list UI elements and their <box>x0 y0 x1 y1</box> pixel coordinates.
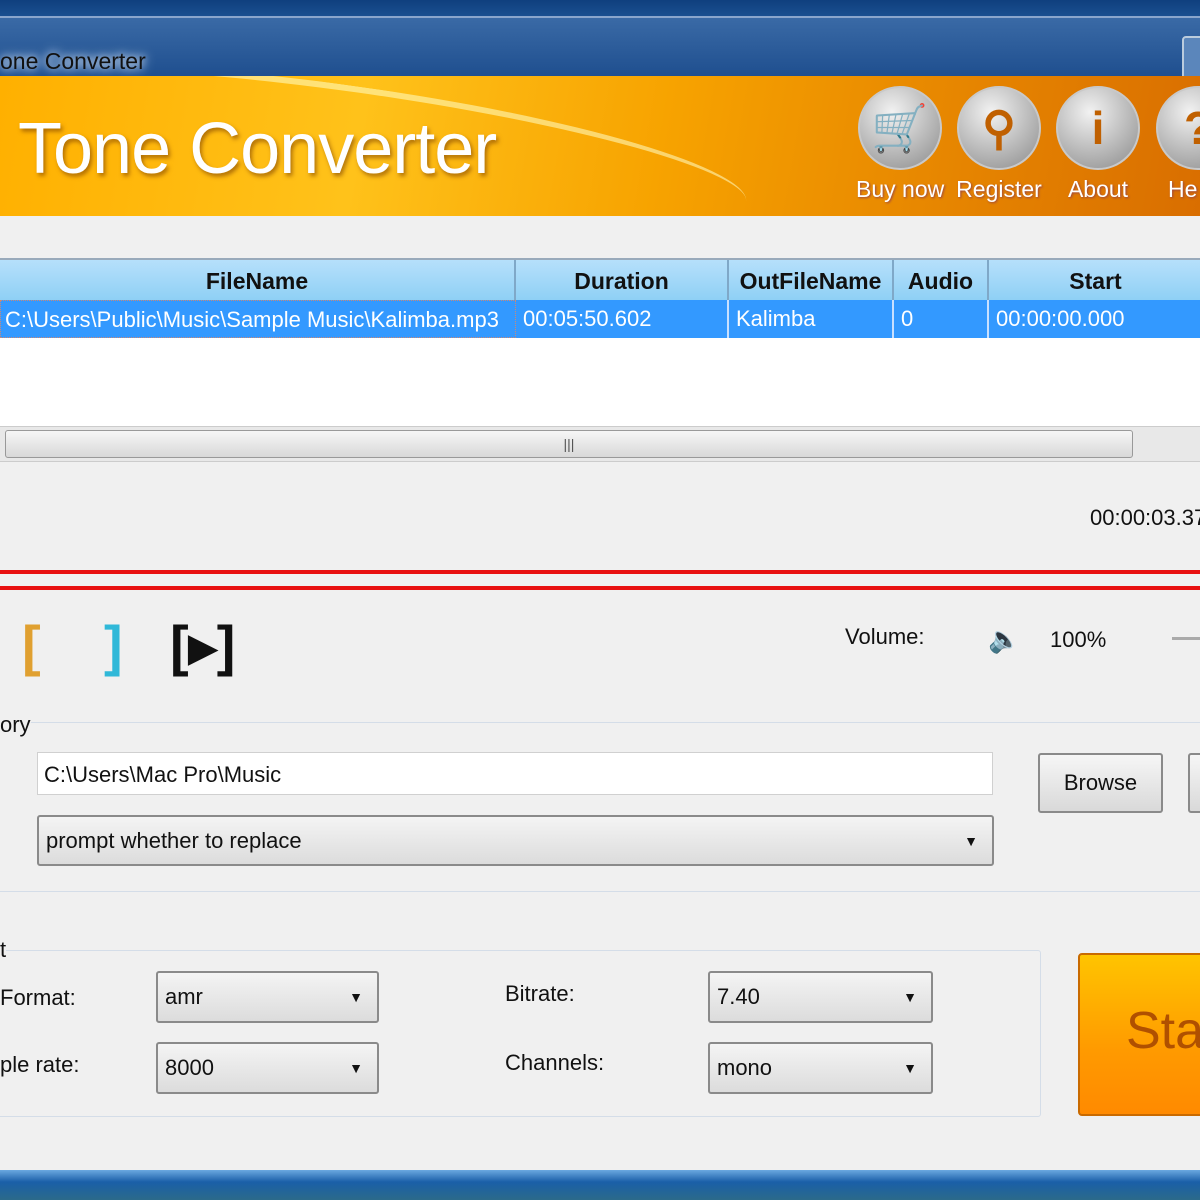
header-banner: Tone Converter 🛒 Buy now ⚲ Register i Ab… <box>0 76 1200 216</box>
cell-duration: 00:05:50.602 <box>516 300 729 338</box>
horizontal-scrollbar[interactable]: ||| <box>0 426 1200 462</box>
register-button[interactable]: ⚲ Register <box>955 86 1043 203</box>
sample-rate-value: 8000 <box>165 1055 214 1080</box>
browse-button[interactable]: Browse <box>1038 753 1163 813</box>
overwrite-select[interactable]: prompt whether to replace ▼ <box>37 815 994 866</box>
output-directory-group-label: ory <box>0 712 31 738</box>
help-label: He <box>1168 176 1198 202</box>
table-row[interactable]: C:\Users\Public\Music\Sample Music\Kalim… <box>0 300 1200 338</box>
column-header-audio[interactable]: Audio <box>894 260 989 302</box>
about-label: About <box>1067 176 1129 202</box>
help-icon: ? <box>1156 86 1200 170</box>
key-icon: ⚲ <box>957 86 1041 170</box>
play-selection-icon[interactable]: [▸] <box>170 618 235 674</box>
window-frame-top <box>0 0 1200 16</box>
chevron-down-icon: ▼ <box>903 989 917 1005</box>
output-directory-group <box>0 722 1200 892</box>
app-title: Tone Converter <box>18 109 497 189</box>
sample-rate-select[interactable]: 8000 ▼ <box>156 1042 379 1094</box>
channels-label: Channels: <box>505 1050 605 1075</box>
cell-outfilename: Kalimba <box>729 300 894 338</box>
bitrate-label: Bitrate: <box>505 981 575 1006</box>
channels-value: mono <box>717 1055 773 1080</box>
column-header-filename[interactable]: FileName <box>0 260 516 302</box>
chevron-down-icon: ▼ <box>349 1060 363 1076</box>
start-button[interactable]: Sta <box>1078 953 1200 1116</box>
volume-label: Volume: <box>845 624 925 649</box>
format-select[interactable]: amr ▼ <box>156 971 379 1023</box>
register-label: Register <box>956 176 1042 202</box>
volume-value: 100% <box>1050 627 1107 652</box>
cell-audio: 0 <box>894 300 989 338</box>
help-button[interactable]: ? He <box>1154 86 1200 203</box>
speaker-icon[interactable]: 🔈 <box>988 624 1020 655</box>
open-folder-button[interactable] <box>1188 753 1200 813</box>
overwrite-value: prompt whether to replace <box>46 827 302 853</box>
column-header-duration[interactable]: Duration <box>516 260 729 302</box>
set-end-marker-icon[interactable]: ] <box>104 618 123 674</box>
chevron-down-icon: ▼ <box>349 989 363 1005</box>
bitrate-select[interactable]: 7.40 ▼ <box>708 971 933 1023</box>
format-value: amr <box>165 984 203 1009</box>
timeline-marker-line[interactable] <box>0 586 1200 590</box>
column-header-start[interactable]: Start <box>989 260 1200 302</box>
chevron-down-icon: ▼ <box>903 1060 917 1076</box>
chevron-down-icon: ▼ <box>964 832 978 849</box>
column-header-outfilename[interactable]: OutFileName <box>729 260 894 302</box>
file-list-area[interactable] <box>0 338 1200 426</box>
output-settings-group-label: t <box>0 937 7 963</box>
taskbar <box>0 1170 1200 1200</box>
output-directory-input[interactable]: C:\Users\Mac Pro\Music <box>37 752 993 795</box>
file-table-header: FileName Duration OutFileName Audio Star… <box>0 258 1200 302</box>
window-title: one Converter <box>0 48 146 74</box>
current-time: 00:00:03.37 <box>1090 505 1200 530</box>
set-start-marker-icon[interactable]: [ <box>22 618 41 674</box>
volume-slider[interactable] <box>1172 637 1200 640</box>
sample-rate-label: ple rate: <box>0 1052 80 1077</box>
timeline-marker-line[interactable] <box>0 570 1200 574</box>
title-bar[interactable]: one Converter <box>0 16 1200 86</box>
buy-now-label: Buy now <box>856 176 945 202</box>
bitrate-value: 7.40 <box>717 984 760 1009</box>
cart-icon: 🛒 <box>858 86 942 170</box>
scrollbar-thumb[interactable]: ||| <box>5 430 1133 458</box>
about-button[interactable]: i About <box>1054 86 1142 203</box>
format-label: Format: <box>0 985 76 1010</box>
channels-select[interactable]: mono ▼ <box>708 1042 933 1094</box>
cell-start: 00:00:00.000 <box>989 300 1200 338</box>
info-icon: i <box>1056 86 1140 170</box>
buy-now-button[interactable]: 🛒 Buy now <box>856 86 944 203</box>
cell-filename: C:\Users\Public\Music\Sample Music\Kalim… <box>0 300 516 338</box>
